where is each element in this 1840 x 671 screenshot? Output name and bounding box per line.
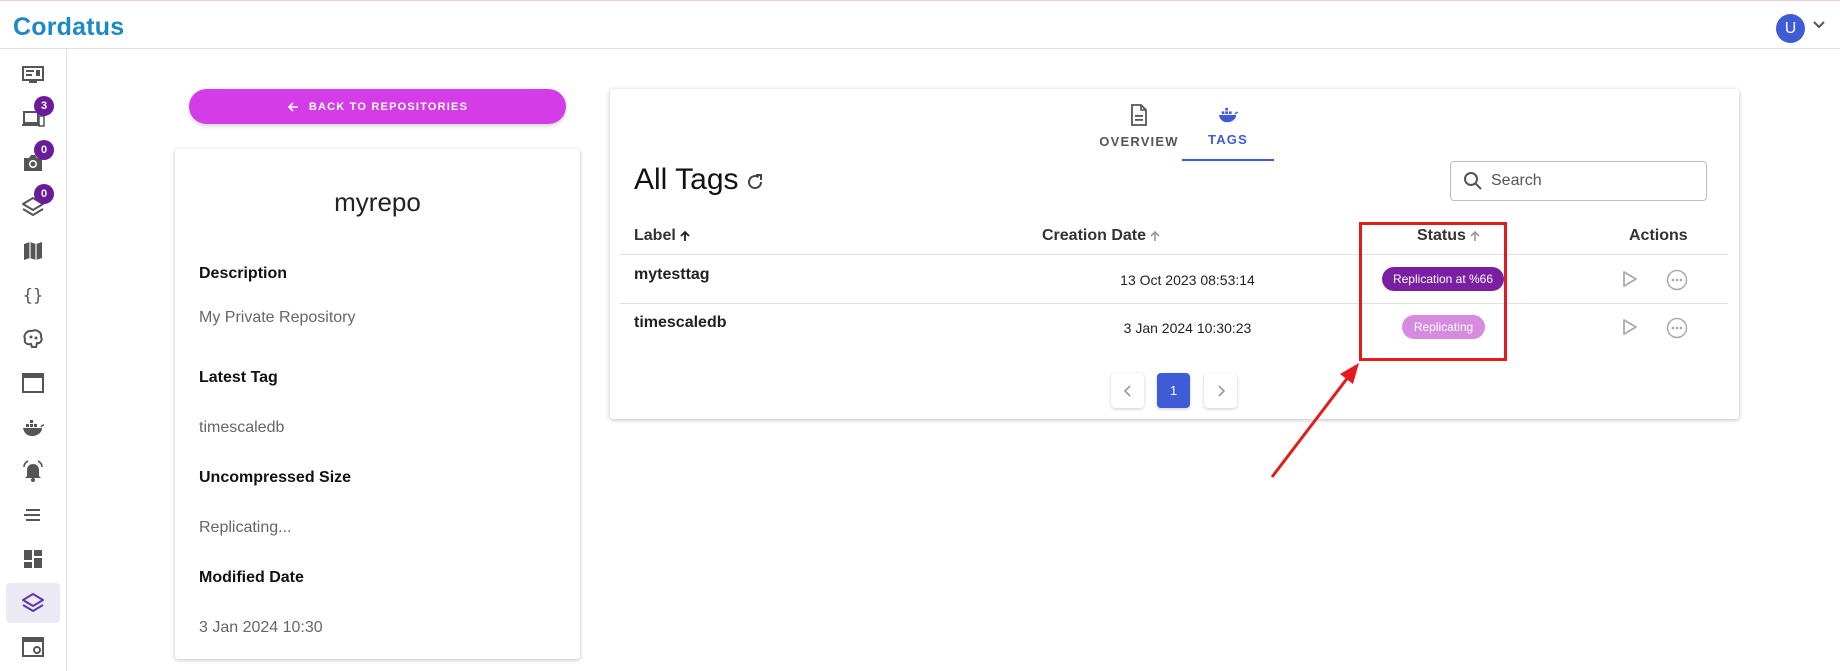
- map-icon: [24, 242, 42, 260]
- app-logo[interactable]: Cordatus: [13, 13, 124, 42]
- pagination-page-button[interactable]: 1: [1157, 373, 1190, 408]
- column-date-title: Creation Date: [1042, 227, 1147, 244]
- svg-text:{}: {}: [23, 286, 43, 306]
- search-icon: [1464, 172, 1482, 190]
- devices-badge: 3: [34, 96, 54, 116]
- refresh-icon[interactable]: [745, 172, 765, 192]
- tag-label: mytesttag: [634, 266, 710, 283]
- column-date-header[interactable]: Creation Date: [1042, 227, 1162, 245]
- sidebar-item-devices[interactable]: 3: [6, 96, 60, 139]
- column-actions-title: Actions: [1629, 227, 1688, 244]
- column-actions-header: Actions: [1629, 227, 1688, 245]
- sidebar: 3 0 0 {}: [0, 49, 67, 671]
- sidebar-item-repositories[interactable]: [6, 583, 60, 623]
- sidebar-item-logs[interactable]: [6, 495, 60, 535]
- window-settings-icon: [22, 637, 44, 657]
- pagination-prev-button[interactable]: [1111, 373, 1144, 408]
- alarm-bell-icon: [23, 460, 43, 482]
- repository-details-card: myrepo Description My Private Repository…: [175, 149, 580, 659]
- tag-label: timescaledb: [634, 314, 727, 331]
- search-input[interactable]: [1491, 172, 1691, 190]
- latest-tag-label: Latest Tag: [199, 369, 278, 386]
- sidebar-item-layers[interactable]: 0: [6, 184, 60, 227]
- layers-icon: [22, 593, 44, 612]
- tag-creation-date: 13 Oct 2023 08:53:14: [1120, 272, 1255, 288]
- sidebar-item-settings[interactable]: [6, 627, 60, 667]
- sidebar-item-camera[interactable]: 0: [6, 140, 60, 183]
- modified-date-value: 3 Jan 2024 10:30: [199, 619, 323, 636]
- sidebar-item-monitor[interactable]: [6, 55, 60, 95]
- modified-date-label: Modified Date: [199, 569, 304, 586]
- user-avatar[interactable]: U: [1776, 14, 1805, 43]
- back-to-repositories-button[interactable]: BACK TO REPOSITORIES: [189, 89, 566, 124]
- tag-creation-date: 3 Jan 2024 10:30:23: [1123, 320, 1252, 336]
- table-row[interactable]: timescaledb 3 Jan 2024 10:30:23 Replicat…: [620, 304, 1728, 352]
- description-value: My Private Repository: [199, 309, 356, 326]
- arrow-left-icon: [287, 101, 298, 112]
- annotation-highlight-box: [1359, 222, 1507, 361]
- top-bar: Cordatus U: [0, 0, 1840, 49]
- tab-tags-label: TAGS: [1208, 132, 1248, 147]
- dashboard-icon: [24, 550, 42, 568]
- repository-name: myrepo: [334, 187, 421, 217]
- chevron-left-icon: [1123, 384, 1131, 397]
- camera-badge: 0: [34, 140, 54, 160]
- page-title: All Tags: [634, 163, 739, 196]
- play-icon[interactable]: [1619, 269, 1639, 289]
- docker-icon: [23, 420, 45, 436]
- docker-icon: [1219, 107, 1238, 123]
- sidebar-item-ai[interactable]: [6, 319, 60, 359]
- monitor-icon: [22, 66, 44, 83]
- text-lines-icon: [24, 509, 40, 521]
- tab-overview-label: OVERVIEW: [1099, 134, 1179, 149]
- sidebar-item-alarms[interactable]: [6, 451, 60, 491]
- more-options-icon[interactable]: [1666, 269, 1688, 291]
- sidebar-item-dashboard[interactable]: [6, 539, 60, 579]
- tab-tags[interactable]: TAGS: [1182, 89, 1274, 161]
- column-label-title: Label: [634, 227, 676, 244]
- table-row[interactable]: mytesttag 13 Oct 2023 08:53:14 Replicati…: [620, 256, 1728, 304]
- code-braces-icon: {}: [23, 286, 43, 306]
- arrow-up-icon: [680, 230, 690, 241]
- description-label: Description: [199, 265, 288, 282]
- play-icon[interactable]: [1619, 317, 1639, 337]
- layers-badge: 0: [34, 184, 54, 204]
- sidebar-item-docker[interactable]: [6, 407, 60, 447]
- tags-card: OVERVIEW TAGS All Tags Label Creation Da…: [610, 89, 1739, 419]
- window-icon: [22, 373, 44, 393]
- tab-overview[interactable]: OVERVIEW: [1093, 89, 1185, 161]
- document-icon: [1131, 104, 1147, 126]
- arrow-up-icon: [1150, 230, 1160, 241]
- sidebar-item-map[interactable]: [6, 231, 60, 271]
- column-label-header[interactable]: Label: [634, 227, 692, 245]
- sidebar-item-window[interactable]: [6, 363, 60, 403]
- table-header: Label Creation Date Status Actions: [620, 217, 1728, 255]
- uncompressed-size-label: Uncompressed Size: [199, 469, 352, 486]
- search-field[interactable]: [1450, 161, 1707, 201]
- chevron-down-icon[interactable]: [1812, 20, 1826, 30]
- latest-tag-value: timescaledb: [199, 419, 285, 436]
- more-options-icon[interactable]: [1666, 317, 1688, 339]
- uncompressed-size-value: Replicating...: [199, 519, 292, 536]
- sidebar-item-code[interactable]: {}: [6, 275, 60, 315]
- chevron-right-icon: [1217, 384, 1225, 397]
- annotation-arrow-icon: [1270, 363, 1359, 478]
- brain-icon: [23, 329, 43, 348]
- back-button-label: BACK TO REPOSITORIES: [308, 100, 469, 113]
- pagination-next-button[interactable]: [1204, 373, 1237, 408]
